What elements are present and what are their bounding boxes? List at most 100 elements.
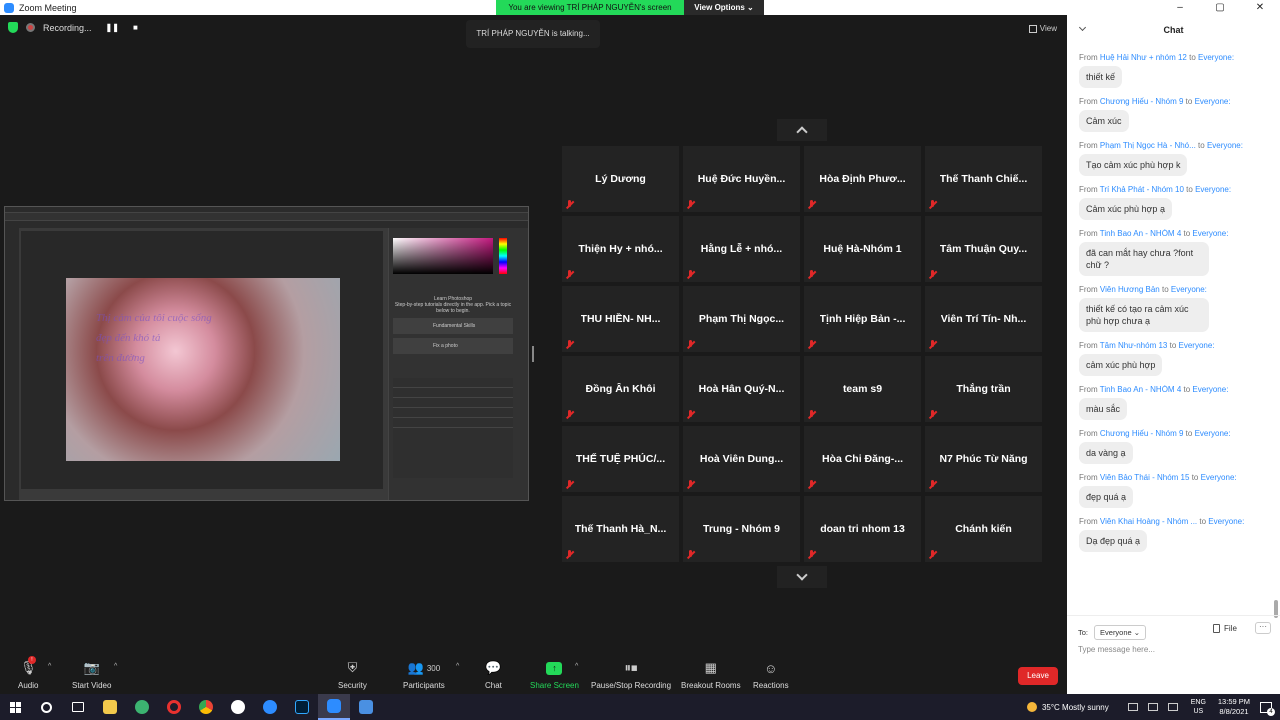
app-image[interactable]: [350, 694, 382, 720]
message-sender[interactable]: Tinh Bao An - NHÓM 4: [1100, 229, 1182, 238]
search-taskbar-button[interactable]: [30, 694, 62, 720]
message-sender[interactable]: Phạm Thị Ngọc Hà - Nhó...: [1100, 141, 1196, 150]
message-sender[interactable]: Tinh Bao An - NHÓM 4: [1100, 385, 1182, 394]
split-view-handle[interactable]: [532, 346, 534, 362]
record-label: Pause/Stop Recording: [591, 681, 672, 690]
message-sender[interactable]: Chương Hiếu - Nhóm 9: [1100, 97, 1184, 106]
muted-mic-icon: [928, 410, 937, 419]
language-indicator[interactable]: ENG US: [1191, 698, 1206, 716]
maximize-button[interactable]: ▢: [1200, 0, 1240, 15]
weather-widget[interactable]: 35°C Mostly sunny: [1026, 702, 1109, 712]
message-sender[interactable]: Viên Hương Bản: [1100, 285, 1160, 294]
participant-tile[interactable]: Lý Dương: [562, 146, 679, 212]
participant-tile[interactable]: Tịnh Hiệp Bản -...: [804, 286, 921, 352]
photoshop-app[interactable]: [286, 694, 318, 720]
participant-tile[interactable]: Viên Trí Tín- Nh...: [925, 286, 1042, 352]
pause-stop-recording-button[interactable]: ⏸⏹ Pause/Stop Recording: [591, 659, 671, 690]
message-sender[interactable]: Huệ Hải Như + nhóm 12: [1100, 53, 1187, 62]
participant-tile[interactable]: doan tri nhom 13: [804, 496, 921, 562]
message-header: From Chương Hiếu - Nhóm 9 to Everyone:: [1079, 429, 1272, 438]
windows-taskbar: 35°C Mostly sunny ENG US 13:59 PM 8/8/20…: [0, 694, 1280, 720]
gallery-next-button[interactable]: [777, 566, 827, 588]
pause-recording-icon[interactable]: ❚❚: [106, 23, 119, 32]
participant-name: team s9: [842, 383, 883, 395]
chat-scrollbar[interactable]: [1274, 53, 1278, 618]
message-sender[interactable]: Trí Khả Phát - Nhóm 10: [1100, 185, 1184, 194]
zoom-app[interactable]: [318, 694, 350, 720]
app-green[interactable]: [126, 694, 158, 720]
participant-tile[interactable]: Tâm Thuận Quy...: [925, 216, 1042, 282]
participant-tile[interactable]: Hòa Định Phươ...: [804, 146, 921, 212]
audio-options-caret[interactable]: ^: [48, 663, 51, 670]
view-options-button[interactable]: View Options ⌄: [684, 0, 764, 15]
network-icon[interactable]: [1127, 703, 1138, 711]
start-video-button[interactable]: 📷 Start Video: [72, 659, 111, 690]
more-options-button[interactable]: ···: [1255, 622, 1271, 634]
gallery-prev-button[interactable]: [777, 119, 827, 141]
chat-button[interactable]: 💬 Chat: [485, 659, 502, 690]
muted-mic-icon: [807, 480, 816, 489]
participant-tile[interactable]: THU HIỀN- NH...: [562, 286, 679, 352]
file-explorer-app[interactable]: [94, 694, 126, 720]
close-button[interactable]: ✕: [1240, 0, 1280, 15]
video-options-caret[interactable]: ^: [114, 663, 117, 670]
shared-screen[interactable]: Thị cảm của tôi cuộc sống đẹp đến khó tả…: [4, 206, 529, 501]
share-screen-button[interactable]: ↑ Share Screen: [530, 659, 579, 690]
participant-tile[interactable]: Đồng Ân Khôi: [562, 356, 679, 422]
leave-button[interactable]: Leave: [1018, 667, 1058, 685]
start-button[interactable]: [0, 694, 30, 720]
participant-tile[interactable]: Hoà Hân Quý-N...: [683, 356, 800, 422]
encryption-shield-icon[interactable]: [8, 22, 18, 33]
collapse-chevron-icon[interactable]: [1078, 23, 1087, 32]
participant-tile[interactable]: Huệ Hà-Nhóm 1: [804, 216, 921, 282]
recipient-select[interactable]: Everyone ⌄: [1094, 625, 1147, 640]
notification-center-icon[interactable]: 4: [1260, 701, 1275, 716]
security-button[interactable]: ⛨ Security: [338, 659, 367, 690]
participant-tile[interactable]: Thế Thanh Chiế...: [925, 146, 1042, 212]
blue-app-icon: [263, 700, 277, 714]
participant-tile[interactable]: Hòa Chi Đăng-...: [804, 426, 921, 492]
participant-tile[interactable]: THẾ TUỆ PHÚC/...: [562, 426, 679, 492]
file-button[interactable]: File: [1213, 624, 1237, 633]
green-app-icon: [135, 700, 149, 714]
participant-tile[interactable]: Thắng trần: [925, 356, 1042, 422]
participant-tile[interactable]: N7 Phúc Từ Năng: [925, 426, 1042, 492]
breakout-label: Breakout Rooms: [681, 681, 741, 690]
layer-row: [393, 378, 513, 388]
chat-message-list[interactable]: From Huệ Hải Như + nhóm 12 to Everyone: t…: [1067, 53, 1272, 613]
participants-button[interactable]: 👥 300 Participants: [403, 659, 445, 690]
participant-tile[interactable]: Huệ Đức Huyền...: [683, 146, 800, 212]
opera-app[interactable]: [158, 694, 190, 720]
volume-icon[interactable]: [1167, 703, 1178, 711]
message-sender[interactable]: Tâm Như-nhóm 13: [1100, 341, 1168, 350]
view-button[interactable]: View: [1028, 24, 1057, 33]
participant-tile[interactable]: Phạm Thị Ngọc...: [683, 286, 800, 352]
share-options-caret[interactable]: ^: [575, 663, 578, 670]
participant-tile[interactable]: Thế Thanh Hà_N...: [562, 496, 679, 562]
app-notify[interactable]: [222, 694, 254, 720]
from-word: From: [1079, 429, 1098, 438]
breakout-rooms-button[interactable]: ▦ Breakout Rooms: [681, 659, 741, 690]
participants-options-caret[interactable]: ^: [456, 663, 459, 670]
message-sender[interactable]: Chương Hiếu - Nhóm 9: [1100, 429, 1184, 438]
minimize-button[interactable]: –: [1160, 0, 1200, 15]
participant-tile[interactable]: Trung - Nhóm 9: [683, 496, 800, 562]
clock[interactable]: 13:59 PM 8/8/2021: [1218, 697, 1250, 717]
battery-icon[interactable]: [1147, 703, 1158, 711]
message-sender[interactable]: Viên Bảo Thái - Nhóm 15: [1100, 473, 1190, 482]
stop-recording-icon[interactable]: ■: [133, 23, 138, 32]
participant-tile[interactable]: Thiện Hy + nhó...: [562, 216, 679, 282]
app-blue[interactable]: [254, 694, 286, 720]
chrome-app[interactable]: [190, 694, 222, 720]
task-view-button[interactable]: [62, 694, 94, 720]
chat-message-input[interactable]: [1078, 642, 1268, 656]
participant-tile[interactable]: Chánh kiến: [925, 496, 1042, 562]
participant-tile[interactable]: team s9: [804, 356, 921, 422]
image-app-icon: [359, 700, 373, 714]
reactions-button[interactable]: ☺ Reactions: [753, 659, 789, 691]
message-sender[interactable]: Viên Khai Hoàng - Nhóm ...: [1100, 517, 1197, 526]
audio-button[interactable]: 🎙! Audio: [18, 656, 38, 690]
security-label: Security: [338, 681, 367, 690]
participant-tile[interactable]: Hằng Lễ + nhó...: [683, 216, 800, 282]
participant-tile[interactable]: Hoà Viên Dung...: [683, 426, 800, 492]
